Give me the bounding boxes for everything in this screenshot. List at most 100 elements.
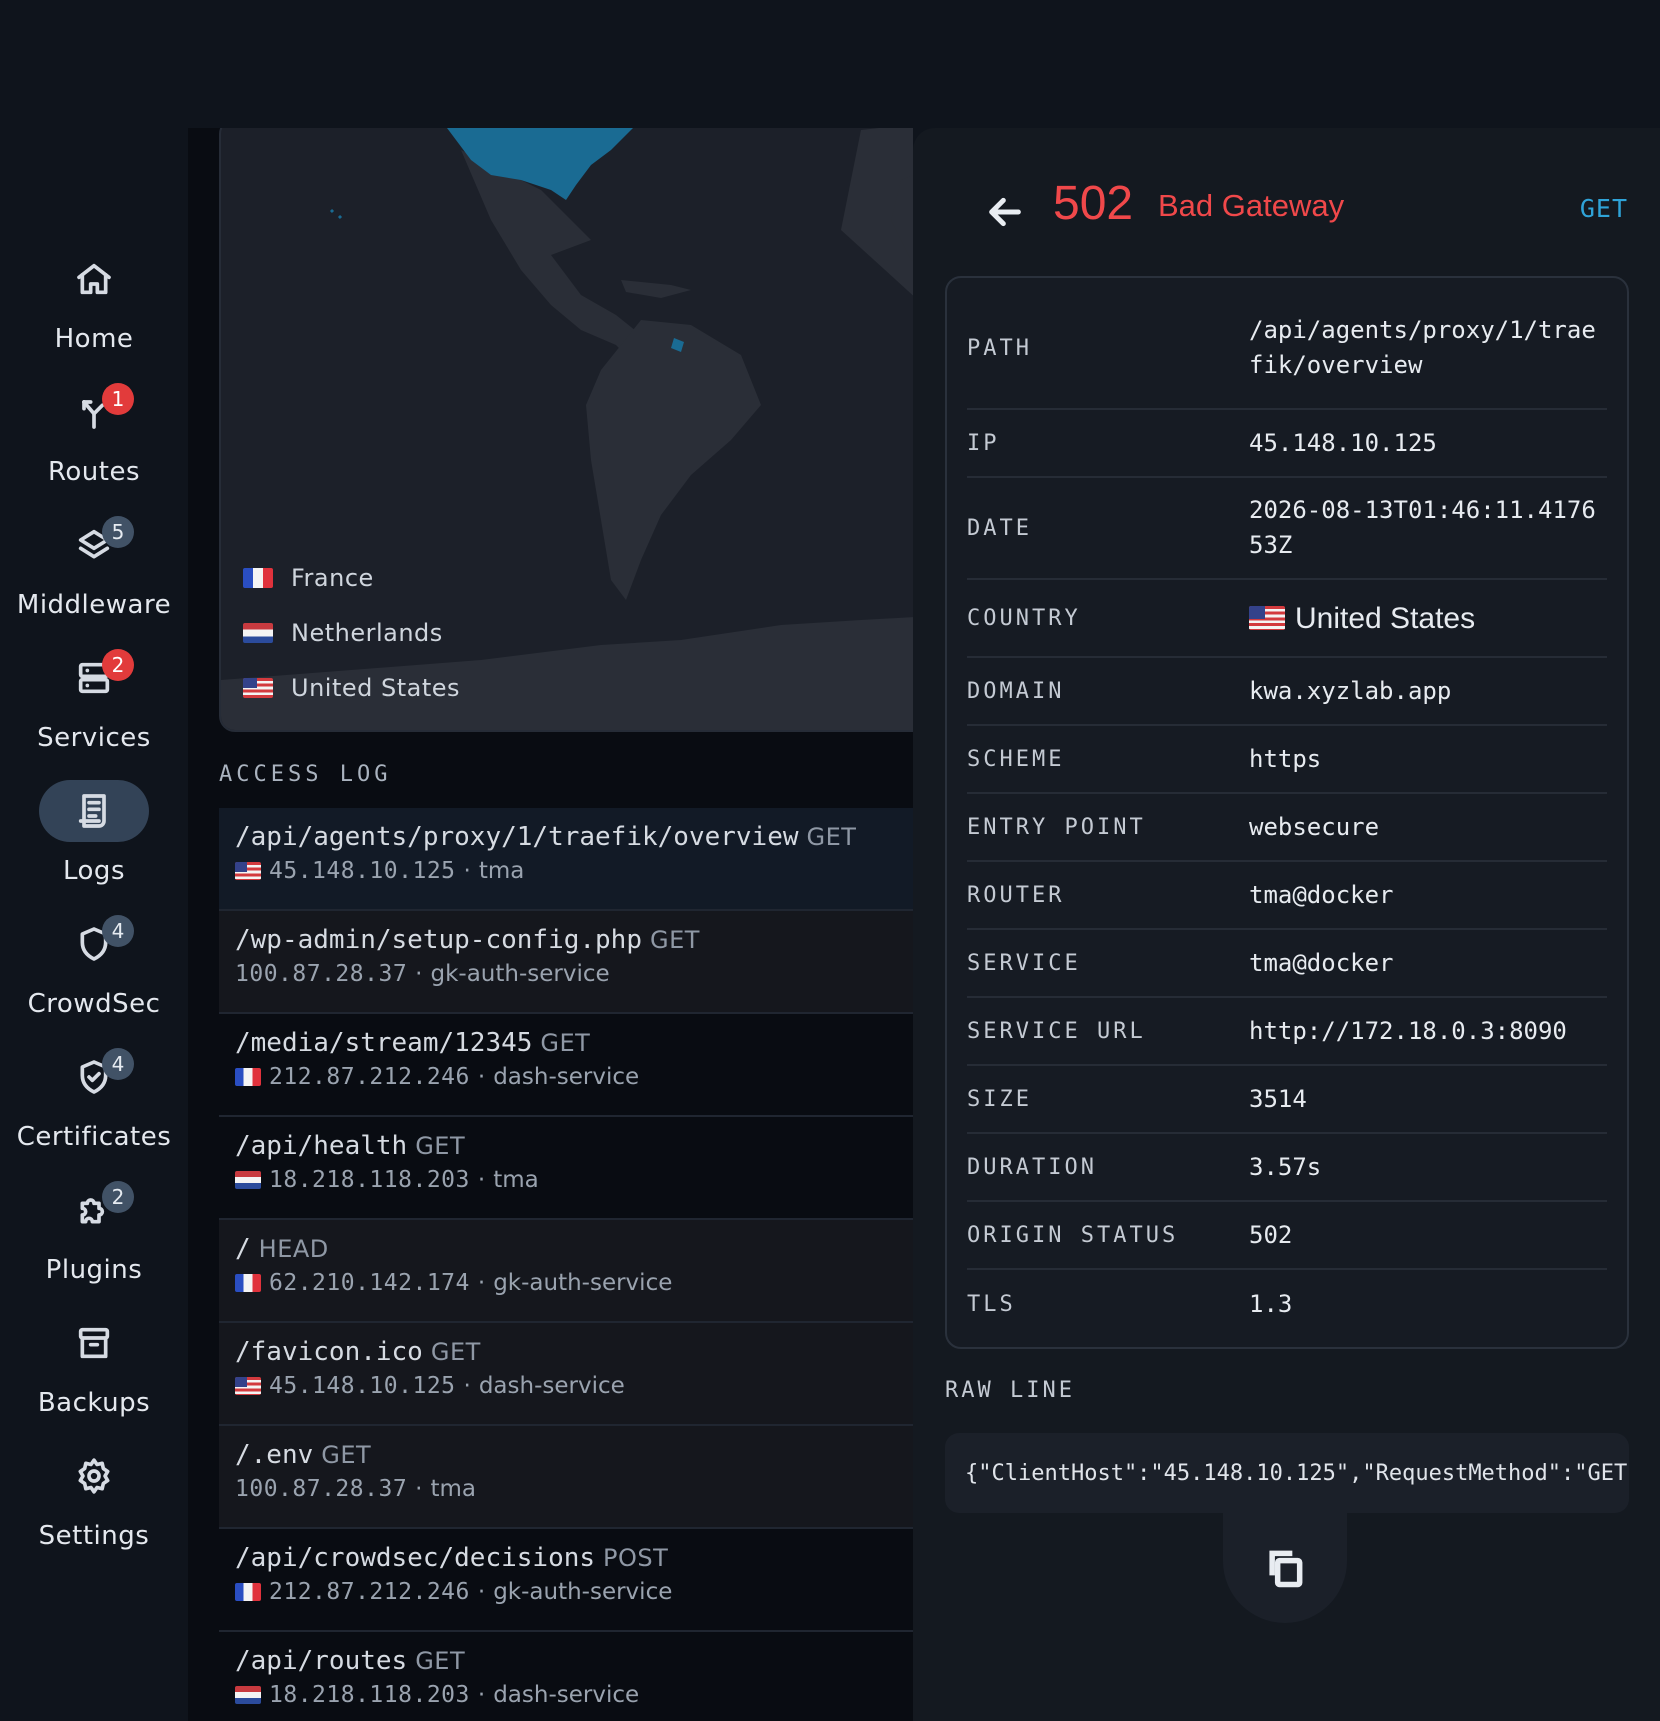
log-entry[interactable]: /api/routes GET 18.218.118.203 · dash-servi…: [219, 1632, 913, 1721]
log-entry[interactable]: /api/agents/proxy/1/traefik/overview GET …: [219, 808, 913, 911]
log-path: /wp-admin/setup-config.php: [235, 925, 642, 955]
log-service: dash-service: [493, 1064, 640, 1090]
sidebar-item-label: Routes: [47, 457, 141, 487]
logs-icon: [39, 780, 149, 842]
field-label: SERVICE URL: [967, 1018, 1146, 1044]
log-path: /api/crowdsec/decisions: [235, 1543, 596, 1573]
flag-netherlands-icon: [243, 622, 273, 643]
layers-icon: 5: [39, 514, 149, 576]
archive-icon: [39, 1312, 149, 1374]
field-row-origin-status: ORIGIN STATUS 502: [967, 1202, 1607, 1270]
flag-us-icon: [235, 862, 261, 880]
flag-netherlands-icon: [235, 1171, 261, 1189]
log-path: /favicon.ico: [235, 1337, 423, 1367]
sidebar-item-logs[interactable]: Logs: [0, 780, 188, 900]
log-path: /: [235, 1234, 251, 1264]
log-entry[interactable]: /api/health GET 18.218.118.203 · tma: [219, 1117, 913, 1220]
log-path: /api/health: [235, 1131, 408, 1161]
services-badge: 2: [102, 649, 134, 681]
field-value[interactable]: 3.57s: [1249, 1150, 1607, 1185]
raw-line-title: RAW LINE: [945, 1378, 1075, 1403]
sidebar: Home 1 Routes 5 Middleware 2 Services Lo…: [0, 128, 188, 1721]
gear-icon: [39, 1445, 149, 1507]
sidebar-item-backups[interactable]: Backups: [0, 1312, 188, 1432]
flag-france-icon: [235, 1068, 261, 1086]
field-value[interactable]: kwa.xyzlab.app: [1249, 674, 1607, 709]
log-entry[interactable]: /.env GET 100.87.28.37 · tma: [219, 1426, 913, 1529]
log-entry[interactable]: /favicon.ico GET 45.148.10.125 · dash-servi…: [219, 1323, 913, 1426]
routes-icon: 1: [39, 381, 149, 443]
sidebar-item-crowdsec[interactable]: 4 CrowdSec: [0, 913, 188, 1033]
flag-netherlands-icon: [235, 1686, 261, 1704]
field-value[interactable]: 2026-08-13T01:46:11.417653Z: [1249, 493, 1607, 563]
field-label: SERVICE: [967, 950, 1081, 976]
flag-france-icon: [243, 567, 273, 588]
world-map-card: France Netherlands United States: [219, 128, 913, 732]
log-ip: 18.218.118.203: [269, 1167, 470, 1193]
field-row-service: SERVICE tma@docker: [967, 930, 1607, 998]
field-label: DATE: [967, 515, 1032, 541]
field-value[interactable]: 1.3: [1249, 1287, 1607, 1322]
log-detail-panel: 502 Bad Gateway GET PATH /api/agents/pro…: [913, 128, 1660, 1721]
back-button[interactable]: [973, 180, 1037, 244]
field-value[interactable]: tma@docker: [1249, 878, 1607, 913]
field-value[interactable]: 3514: [1249, 1082, 1607, 1117]
log-path: /media/stream/12345: [235, 1028, 533, 1058]
sidebar-item-middleware[interactable]: 5 Middleware: [0, 514, 188, 634]
sidebar-item-label: Services: [37, 723, 151, 753]
sidebar-item-home[interactable]: Home: [0, 248, 188, 368]
field-row-size: SIZE 3514: [967, 1066, 1607, 1134]
sidebar-item-certificates[interactable]: 4 Certificates: [0, 1046, 188, 1166]
country-name: United States: [1295, 601, 1476, 635]
field-row-entry-point: ENTRY POINT websecure: [967, 794, 1607, 862]
log-entry[interactable]: /wp-admin/setup-config.php GET 100.87.28.…: [219, 911, 913, 1014]
field-label: DOMAIN: [967, 678, 1065, 704]
log-entry[interactable]: /media/stream/12345 GET 212.87.212.246 · da…: [219, 1014, 913, 1117]
shield-icon: 4: [39, 913, 149, 975]
legend-item: Netherlands: [243, 605, 460, 660]
sidebar-item-label: Certificates: [16, 1122, 172, 1152]
field-label: COUNTRY: [967, 605, 1081, 631]
legend-item: France: [243, 550, 460, 605]
log-method: GET: [540, 1029, 591, 1057]
field-row-domain: DOMAIN kwa.xyzlab.app: [967, 658, 1607, 726]
field-value[interactable]: websecure: [1249, 810, 1607, 845]
field-row-ip: IP 45.148.10.125: [967, 410, 1607, 478]
field-label: SCHEME: [967, 746, 1065, 772]
field-value[interactable]: 502: [1249, 1218, 1607, 1253]
log-entry[interactable]: /api/crowdsec/decisions POST 212.87.212.2…: [219, 1529, 913, 1632]
field-value[interactable]: 45.148.10.125: [1249, 426, 1607, 461]
home-icon: [39, 248, 149, 310]
field-value[interactable]: http://172.18.0.3:8090: [1249, 1014, 1607, 1049]
field-label: ENTRY POINT: [967, 814, 1146, 840]
log-service: gk-auth-service: [430, 961, 610, 987]
flag-us-icon: [243, 677, 273, 698]
top-bar: [0, 0, 1660, 128]
flag-us-icon: [1249, 606, 1285, 630]
log-ip: 212.87.212.246: [269, 1579, 470, 1605]
log-method: GET: [806, 823, 857, 851]
sidebar-item-plugins[interactable]: 2 Plugins: [0, 1179, 188, 1299]
field-value[interactable]: https: [1249, 742, 1607, 777]
sidebar-item-label: Settings: [38, 1521, 150, 1551]
log-service: dash-service: [493, 1682, 640, 1708]
field-value[interactable]: tma@docker: [1249, 946, 1607, 981]
log-path: /.env: [235, 1440, 314, 1470]
log-entry[interactable]: / HEAD 62.210.142.174 · gk-auth-service: [219, 1220, 913, 1323]
access-log-list: /api/agents/proxy/1/traefik/overview GET …: [219, 808, 913, 1721]
log-service: dash-service: [478, 1373, 625, 1399]
field-value[interactable]: United States: [1249, 601, 1607, 636]
raw-line-box[interactable]: {"ClientHost":"45.148.10.125","RequestMe…: [945, 1433, 1629, 1513]
sidebar-item-settings[interactable]: Settings: [0, 1445, 188, 1565]
log-path: /api/agents/proxy/1/traefik/overview: [235, 822, 799, 852]
sidebar-item-label: Plugins: [45, 1255, 143, 1285]
copy-button[interactable]: [1223, 1513, 1347, 1623]
status-text: Bad Gateway: [1158, 188, 1345, 223]
sidebar-item-routes[interactable]: 1 Routes: [0, 381, 188, 501]
field-row-tls: TLS 1.3: [967, 1270, 1607, 1338]
field-row-duration: DURATION 3.57s: [967, 1134, 1607, 1202]
field-value[interactable]: /api/agents/proxy/1/traefik/overview: [1249, 313, 1607, 383]
log-method: GET: [415, 1132, 466, 1160]
sidebar-item-services[interactable]: 2 Services: [0, 647, 188, 767]
log-ip: 100.87.28.37: [235, 961, 408, 987]
